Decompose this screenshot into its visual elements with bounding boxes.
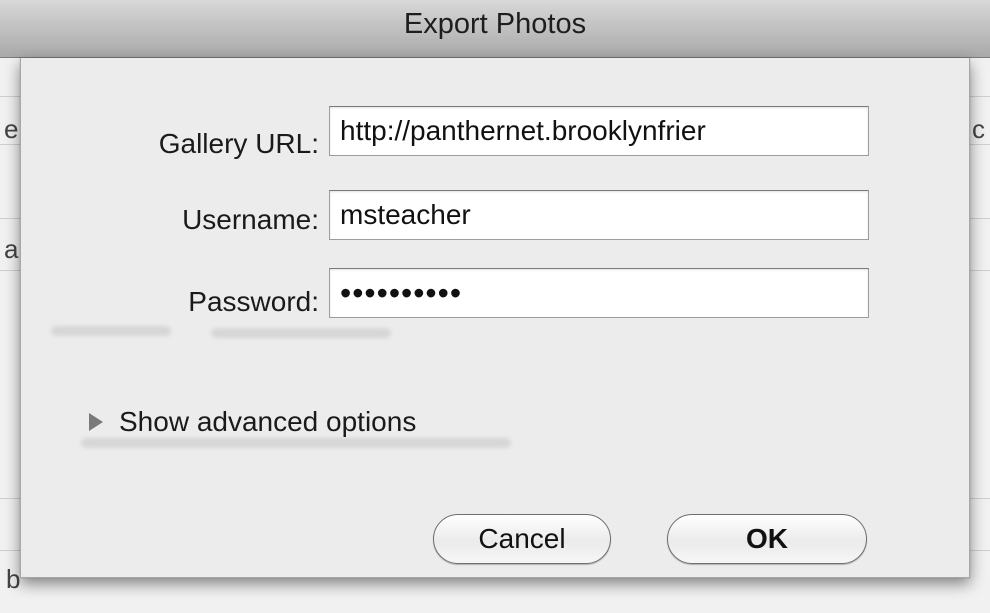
window-title: Export Photos [403, 8, 587, 40]
password-field[interactable]: •••••••••• [329, 268, 869, 318]
window-title-bar: Export Photos [0, 0, 990, 58]
gallery-url-field[interactable]: http://panthernet.brooklynfrier [329, 106, 869, 156]
background-ghost-text [51, 326, 171, 336]
background-text: e [4, 114, 19, 144]
username-label: Username: [182, 204, 319, 235]
username-field[interactable]: msteacher [329, 190, 869, 240]
gallery-url-label: Gallery URL: [158, 128, 319, 159]
background-text: a [4, 234, 19, 264]
show-advanced-options-label[interactable]: Show advanced options [119, 406, 416, 438]
background-text: c [972, 114, 985, 144]
password-label: Password: [188, 286, 319, 317]
background-text: b [6, 564, 21, 594]
disclosure-triangle-icon[interactable] [89, 413, 103, 431]
show-advanced-options-toggle[interactable]: Show advanced options [89, 406, 416, 438]
export-photos-sheet: Gallery URL: http://panthernet.brooklynf… [20, 58, 970, 578]
background-ghost-text [211, 328, 391, 338]
ok-button[interactable]: OK [667, 514, 867, 564]
cancel-button[interactable]: Cancel [433, 514, 611, 564]
background-ghost-text [81, 438, 511, 448]
